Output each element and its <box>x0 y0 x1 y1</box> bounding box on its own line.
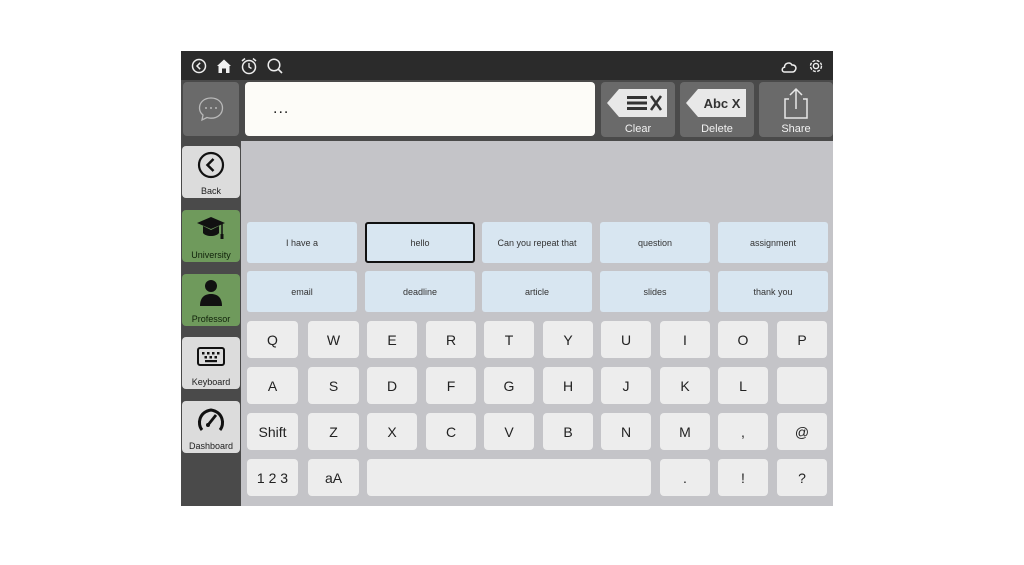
key-space[interactable] <box>367 459 651 496</box>
sidebar-item-dashboard[interactable]: Dashboard <box>182 401 240 453</box>
key-m[interactable]: M <box>660 413 710 450</box>
key-period[interactable]: . <box>660 459 710 496</box>
key-case-toggle[interactable]: aA <box>308 459 359 496</box>
key-i[interactable]: I <box>660 321 710 358</box>
phrase-button[interactable]: Can you repeat that <box>482 222 592 263</box>
key-e[interactable]: E <box>367 321 417 358</box>
key-g[interactable]: G <box>484 367 534 404</box>
keyboard-icon <box>197 347 225 366</box>
chat-button[interactable] <box>183 82 239 136</box>
key-t[interactable]: T <box>484 321 534 358</box>
home-icon[interactable] <box>214 56 234 76</box>
back-chevron-icon <box>197 151 225 179</box>
clear-button[interactable]: Clear <box>601 82 675 137</box>
key-y[interactable]: Y <box>543 321 593 358</box>
phrase-button[interactable]: deadline <box>365 271 475 312</box>
key-s[interactable]: S <box>308 367 359 404</box>
sidebar-item-label: University <box>191 250 231 260</box>
key-o[interactable]: O <box>718 321 768 358</box>
aac-app-window: ... Clear Abc X Delete Share Back Univer… <box>181 51 833 506</box>
key-b[interactable]: B <box>543 413 593 450</box>
key-question[interactable]: ? <box>777 459 827 496</box>
key-comma[interactable]: , <box>718 413 768 450</box>
speedometer-icon <box>197 408 225 431</box>
phrase-button[interactable]: assignment <box>718 222 828 263</box>
phrase-button-selected[interactable]: hello <box>365 222 475 263</box>
alarm-clock-icon[interactable] <box>239 56 259 76</box>
phrase-button[interactable]: question <box>600 222 710 263</box>
share-label: Share <box>781 123 811 135</box>
key-v[interactable]: V <box>484 413 534 450</box>
phrase-button[interactable]: I have a <box>247 222 357 263</box>
back-circle-icon[interactable] <box>189 56 209 76</box>
key-z[interactable]: Z <box>308 413 359 450</box>
key-x[interactable]: X <box>367 413 417 450</box>
speech-bubble-icon <box>198 97 224 122</box>
key-c[interactable]: C <box>426 413 476 450</box>
key-h[interactable]: H <box>543 367 593 404</box>
phrase-button[interactable]: thank you <box>718 271 828 312</box>
key-j[interactable]: J <box>601 367 651 404</box>
sidebar-item-keyboard[interactable]: Keyboard <box>182 337 240 389</box>
message-row: ... Clear Abc X Delete Share <box>181 80 833 141</box>
key-a[interactable]: A <box>247 367 298 404</box>
clear-lines-x-icon <box>607 89 667 117</box>
share-icon <box>784 87 808 119</box>
delete-label: Delete <box>701 123 733 135</box>
key-f[interactable]: F <box>426 367 476 404</box>
delete-abc-x-icon: Abc X <box>686 89 746 117</box>
clear-label: Clear <box>624 123 652 135</box>
phrase-button[interactable]: article <box>482 271 592 312</box>
key-w[interactable]: W <box>308 321 359 358</box>
search-icon[interactable] <box>265 56 285 76</box>
phrase-button[interactable]: slides <box>600 271 710 312</box>
sidebar-item-university[interactable]: University <box>182 210 240 262</box>
delete-button[interactable]: Abc X Delete <box>680 82 754 137</box>
key-l[interactable]: L <box>718 367 768 404</box>
graduation-cap-icon <box>197 217 225 239</box>
key-u[interactable]: U <box>601 321 651 358</box>
gear-icon[interactable] <box>806 56 826 76</box>
key-at[interactable]: @ <box>777 413 827 450</box>
key-shift[interactable]: Shift <box>247 413 298 450</box>
sidebar-item-label: Keyboard <box>191 377 231 387</box>
share-button[interactable]: Share <box>759 82 833 137</box>
key-numbers[interactable]: 1 2 3 <box>247 459 298 496</box>
delete-icon-text: Abc X <box>704 96 741 111</box>
key-r[interactable]: R <box>426 321 476 358</box>
key-blank[interactable] <box>777 367 827 404</box>
key-d[interactable]: D <box>367 367 417 404</box>
key-q[interactable]: Q <box>247 321 298 358</box>
message-input[interactable]: ... <box>245 82 595 136</box>
key-exclamation[interactable]: ! <box>718 459 768 496</box>
main-panel: I have a hello Can you repeat that quest… <box>241 141 833 506</box>
sidebar-item-label: Professor <box>191 314 231 324</box>
sidebar-item-professor[interactable]: Professor <box>182 274 240 326</box>
sidebar-item-label: Dashboard <box>188 441 234 451</box>
sidebar-item-label: Back <box>200 186 221 196</box>
sidebar-item-back[interactable]: Back <box>182 146 240 198</box>
category-sidebar: Back University Professor Keyboard Dashb… <box>181 141 241 506</box>
phrase-button[interactable]: email <box>247 271 357 312</box>
person-icon <box>200 280 222 306</box>
key-p[interactable]: P <box>777 321 827 358</box>
message-text: ... <box>273 100 290 117</box>
top-bar <box>181 51 833 80</box>
key-k[interactable]: K <box>660 367 710 404</box>
cloud-icon[interactable] <box>779 56 799 76</box>
key-n[interactable]: N <box>601 413 651 450</box>
